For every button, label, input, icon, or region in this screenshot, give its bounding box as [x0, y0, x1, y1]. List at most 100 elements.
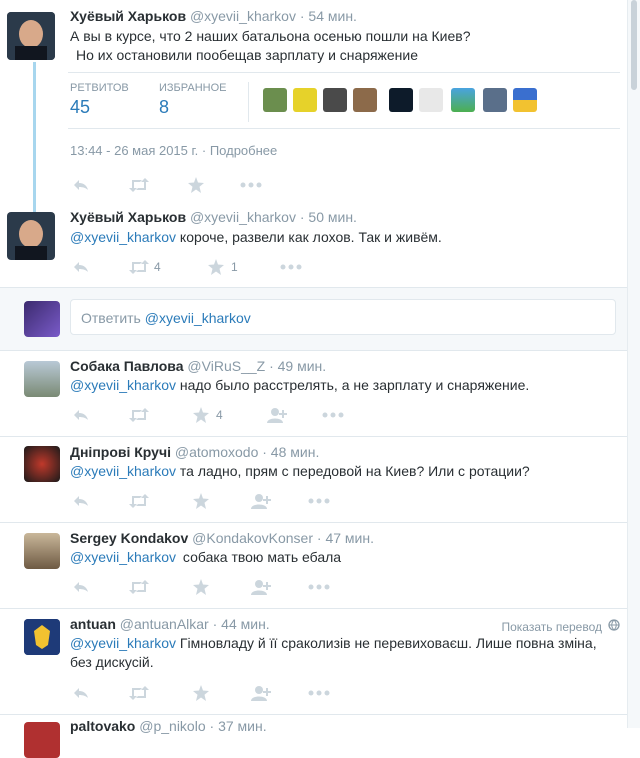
- tweet-text: @xyevii_kharkov надо было расстрелять, а…: [70, 376, 529, 395]
- tweet-timestamp[interactable]: 13:44 - 26 мая 2015 г. · Подробнее: [70, 143, 277, 158]
- author-name[interactable]: Sergey Kondakov: [70, 530, 188, 546]
- more-icon[interactable]: [308, 492, 330, 510]
- reply-icon[interactable]: [70, 258, 92, 276]
- author-name[interactable]: Хуёвый Харьков: [70, 209, 186, 225]
- author-handle[interactable]: @ViRuS__Z: [187, 358, 265, 374]
- reply-icon[interactable]: [70, 176, 92, 194]
- scrollbar[interactable]: [627, 0, 640, 728]
- favoriter-avatar[interactable]: [263, 88, 287, 112]
- mention-link[interactable]: @xyevii_kharkov: [70, 377, 176, 393]
- avatar[interactable]: [24, 533, 60, 569]
- scrollbar-thumb[interactable]: [631, 0, 637, 90]
- tweet-text-line: Но их остановили пообещав зарплату и сна…: [76, 47, 419, 63]
- favoriter-avatar[interactable]: [293, 88, 317, 112]
- favorite-icon[interactable]: [190, 578, 212, 596]
- mention-link[interactable]: @xyevii_kharkov: [70, 463, 176, 479]
- tweet-text: @xyevii_kharkov та ладно, прям с передов…: [70, 462, 530, 481]
- avatar[interactable]: [7, 12, 55, 60]
- favorites-count[interactable]: 8: [159, 97, 169, 118]
- avatar[interactable]: [24, 361, 60, 397]
- favoriter-avatar[interactable]: [419, 88, 443, 112]
- author-name[interactable]: Собака Павлова: [70, 358, 184, 374]
- reply-input[interactable]: Ответить @xyevii_kharkov: [70, 299, 616, 335]
- favorite-count: 4: [216, 408, 223, 422]
- tweet-text: @xyevii_kharkov короче, развели как лохо…: [70, 228, 442, 247]
- reply-icon[interactable]: [70, 578, 92, 596]
- favorite-icon[interactable]: [190, 684, 212, 702]
- author-handle[interactable]: @p_nikolo: [139, 718, 205, 734]
- reply-icon[interactable]: [70, 684, 92, 702]
- retweet-icon[interactable]: [128, 492, 150, 510]
- more-icon[interactable]: [322, 406, 344, 424]
- more-icon[interactable]: [308, 684, 330, 702]
- avatar[interactable]: [24, 722, 60, 758]
- tweet-time[interactable]: · 47 мин.: [317, 530, 374, 546]
- reply-icon[interactable]: [70, 406, 92, 424]
- tweet-body: собака твою мать ебала: [182, 549, 342, 565]
- retweet-icon[interactable]: [128, 578, 150, 596]
- favoriter-avatar[interactable]: [483, 88, 507, 112]
- tweet-time[interactable]: · 37 мин.: [210, 718, 267, 734]
- tweet-body: надо было расстрелять, а не зарплату и с…: [179, 377, 530, 393]
- favoriter-avatar[interactable]: [451, 88, 475, 112]
- author-handle[interactable]: @atomoxodo: [175, 444, 258, 460]
- favorite-icon[interactable]: [190, 492, 212, 510]
- reply-mention: @xyevii_kharkov: [144, 310, 251, 326]
- reply-icon[interactable]: [70, 492, 92, 510]
- tweet-body: Гімновладу й її сраколизів не перевихова…: [179, 635, 597, 651]
- favorites-label[interactable]: ИЗБРАННОЕ: [159, 82, 227, 94]
- tweet-time[interactable]: · 44 мин.: [213, 616, 270, 632]
- tweet-text: А вы в курсе, что 2 наших батальона осен…: [70, 27, 471, 65]
- reply-prefix: Ответить: [81, 310, 141, 326]
- tweet-text: @xyevii_kharkov Гімновладу й її сраколиз…: [70, 634, 620, 672]
- more-icon[interactable]: [280, 258, 302, 276]
- more-icon[interactable]: [240, 176, 262, 194]
- translate-label: Показать перевод: [501, 619, 602, 634]
- author-handle[interactable]: @KondakovKonser: [192, 530, 313, 546]
- author-handle[interactable]: @xyevii_kharkov: [190, 8, 296, 24]
- mention-link[interactable]: @xyevii_kharkov: [70, 635, 176, 651]
- thread-line: [33, 62, 36, 212]
- favoriter-avatar[interactable]: [389, 88, 413, 112]
- tweet-body: короче, развели как лохов. Так и живём.: [179, 229, 442, 245]
- avatar[interactable]: [7, 212, 55, 260]
- favorite-icon[interactable]: [190, 406, 212, 424]
- follow-icon[interactable]: [250, 492, 272, 510]
- retweets-count[interactable]: 45: [70, 97, 90, 118]
- mention-link[interactable]: @xyevii_kharkov: [70, 229, 176, 245]
- author-handle[interactable]: @antuanAlkar: [120, 616, 209, 632]
- favorite-icon[interactable]: [185, 176, 207, 194]
- avatar[interactable]: [24, 301, 60, 337]
- avatar[interactable]: [24, 619, 60, 655]
- mention-link[interactable]: @xyevii_kharkov: [70, 549, 176, 565]
- retweet-icon[interactable]: [128, 406, 150, 424]
- favoriter-avatar[interactable]: [323, 88, 347, 112]
- tweet-time[interactable]: · 50 мин.: [300, 209, 357, 225]
- follow-icon[interactable]: [250, 684, 272, 702]
- author-name[interactable]: Хуёвый Харьков: [70, 8, 186, 24]
- author-name[interactable]: antuan: [70, 616, 116, 632]
- author-name[interactable]: Дніпрові Кручі: [70, 444, 171, 460]
- retweet-icon[interactable]: [128, 176, 150, 194]
- tweet-text: @xyevii_kharkov собака твою мать ебала: [70, 548, 341, 567]
- retweet-icon[interactable]: [128, 258, 150, 276]
- tweet-time[interactable]: · 49 мин.: [269, 358, 326, 374]
- show-translation-link[interactable]: Показать перевод: [501, 619, 620, 634]
- favoriter-avatar[interactable]: [353, 88, 377, 112]
- stats-separator: [248, 82, 249, 122]
- author-handle[interactable]: @xyevii_kharkov: [190, 209, 296, 225]
- more-icon[interactable]: [308, 578, 330, 596]
- tweet-body-line2: без дискусій.: [70, 654, 154, 670]
- retweet-icon[interactable]: [128, 684, 150, 702]
- retweet-count: 4: [154, 260, 161, 274]
- avatar[interactable]: [24, 446, 60, 482]
- retweets-label[interactable]: РЕТВИТОВ: [70, 82, 129, 94]
- follow-icon[interactable]: [266, 406, 288, 424]
- author-name[interactable]: paltovako: [70, 718, 135, 734]
- favorite-count: 1: [231, 260, 238, 274]
- favorite-icon[interactable]: [205, 258, 227, 276]
- tweet-time[interactable]: · 54 мин.: [300, 8, 357, 24]
- follow-icon[interactable]: [250, 578, 272, 596]
- favoriter-avatar[interactable]: [513, 88, 537, 112]
- tweet-time[interactable]: · 48 мин.: [262, 444, 319, 460]
